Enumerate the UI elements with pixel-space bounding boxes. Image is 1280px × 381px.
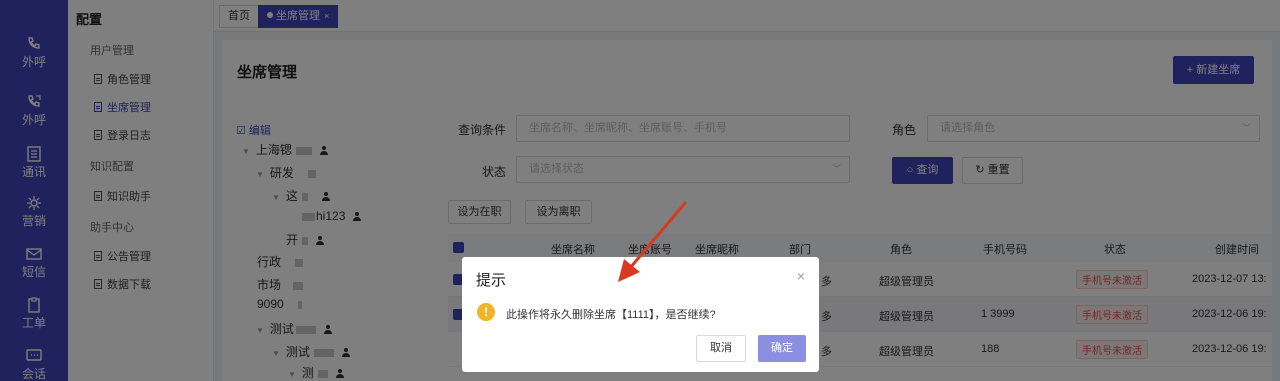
dialog-message: 此操作将永久删除坐席【1111】，是否继续? <box>506 309 716 321</box>
dialog-title: 提示 <box>476 272 507 289</box>
confirm-button[interactable]: 确定 <box>758 335 806 362</box>
confirm-dialog: 提示 × ! 此操作将永久删除坐席【1111】，是否继续? 取消 确定 <box>462 257 819 372</box>
cancel-button[interactable]: 取消 <box>696 335 746 362</box>
close-icon[interactable]: × <box>797 268 805 284</box>
warning-icon: ! <box>477 303 495 321</box>
